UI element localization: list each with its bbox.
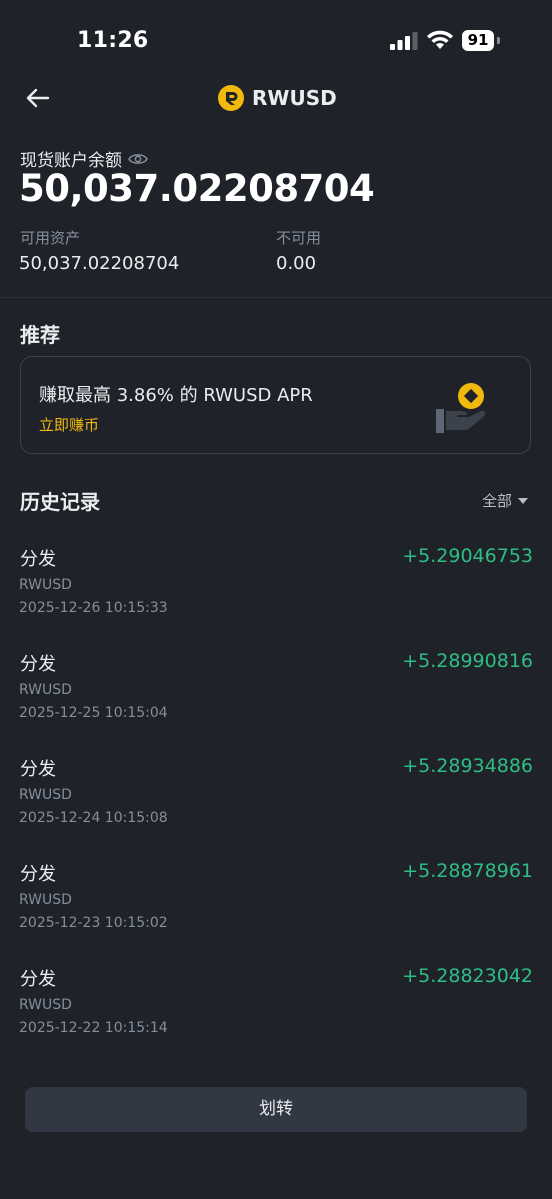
recommend-title: 推荐 bbox=[20, 323, 60, 347]
eye-icon[interactable] bbox=[128, 152, 148, 166]
history-title: 历史记录 bbox=[20, 490, 100, 514]
history-row[interactable]: 分发 RWUSD 2025-12-25 10:15:04 +5.28990816 bbox=[0, 650, 552, 750]
nav-header: RWUSD bbox=[0, 78, 552, 118]
transfer-button[interactable]: 划转 bbox=[25, 1087, 527, 1132]
caret-down-icon bbox=[518, 497, 529, 504]
history-row[interactable]: 分发 RWUSD 2025-12-26 10:15:33 +5.29046753 bbox=[0, 545, 552, 645]
history-type: 分发 bbox=[20, 759, 56, 780]
history-time: 2025-12-23 10:15:02 bbox=[19, 915, 168, 931]
filter-label: 全部 bbox=[482, 492, 513, 510]
promo-card[interactable]: 赚取最高 3.86% 的 RWUSD APR 立即赚币 bbox=[20, 356, 531, 454]
history-coin: RWUSD bbox=[19, 787, 72, 803]
history-type: 分发 bbox=[20, 549, 56, 570]
divider bbox=[0, 297, 552, 298]
available-value: 50,037.02208704 bbox=[19, 253, 180, 274]
history-type: 分发 bbox=[20, 969, 56, 990]
history-coin: RWUSD bbox=[19, 682, 72, 698]
history-amount: +5.28878961 bbox=[402, 860, 533, 882]
wifi-icon bbox=[427, 30, 453, 49]
balance-value: 50,037.02208704 bbox=[19, 167, 375, 210]
history-time: 2025-12-25 10:15:04 bbox=[19, 705, 168, 721]
history-amount: +5.29046753 bbox=[402, 545, 533, 567]
history-row[interactable]: 分发 RWUSD 2025-12-22 10:15:14 +5.28823042 bbox=[0, 965, 552, 1065]
history-amount: +5.28990816 bbox=[402, 650, 533, 672]
unavailable-value: 0.00 bbox=[276, 253, 317, 274]
unavailable-label: 不可用 bbox=[276, 229, 322, 247]
available-label: 可用资产 bbox=[20, 229, 81, 247]
history-time: 2025-12-22 10:15:14 bbox=[19, 1020, 168, 1036]
history-coin: RWUSD bbox=[19, 577, 72, 593]
history-time: 2025-12-24 10:15:08 bbox=[19, 810, 168, 826]
battery-tip bbox=[497, 37, 500, 44]
arrow-left-icon[interactable] bbox=[24, 84, 52, 112]
battery-indicator: 91 bbox=[462, 30, 494, 51]
promo-text: 赚取最高 3.86% 的 RWUSD APR bbox=[39, 385, 313, 406]
status-bar: 11:26 91 bbox=[0, 0, 552, 80]
history-coin: RWUSD bbox=[19, 892, 72, 908]
rwusd-coin-icon bbox=[218, 85, 244, 111]
status-time: 11:26 bbox=[77, 28, 149, 53]
page-title-group: RWUSD bbox=[218, 82, 337, 114]
history-row[interactable]: 分发 RWUSD 2025-12-24 10:15:08 +5.28934886 bbox=[0, 755, 552, 855]
history-row[interactable]: 分发 RWUSD 2025-12-23 10:15:02 +5.28878961 bbox=[0, 860, 552, 960]
history-filter-dropdown[interactable]: 全部 bbox=[482, 490, 529, 511]
history-coin: RWUSD bbox=[19, 997, 72, 1013]
page-title: RWUSD bbox=[252, 86, 337, 110]
earn-now-link[interactable]: 立即赚币 bbox=[39, 414, 99, 435]
earn-coin-hand-icon bbox=[436, 383, 486, 433]
history-time: 2025-12-26 10:15:33 bbox=[19, 600, 168, 616]
history-type: 分发 bbox=[20, 864, 56, 885]
cellular-signal-icon bbox=[390, 32, 418, 50]
history-amount: +5.28823042 bbox=[402, 965, 533, 987]
history-type: 分发 bbox=[20, 654, 56, 675]
history-amount: +5.28934886 bbox=[402, 755, 533, 777]
